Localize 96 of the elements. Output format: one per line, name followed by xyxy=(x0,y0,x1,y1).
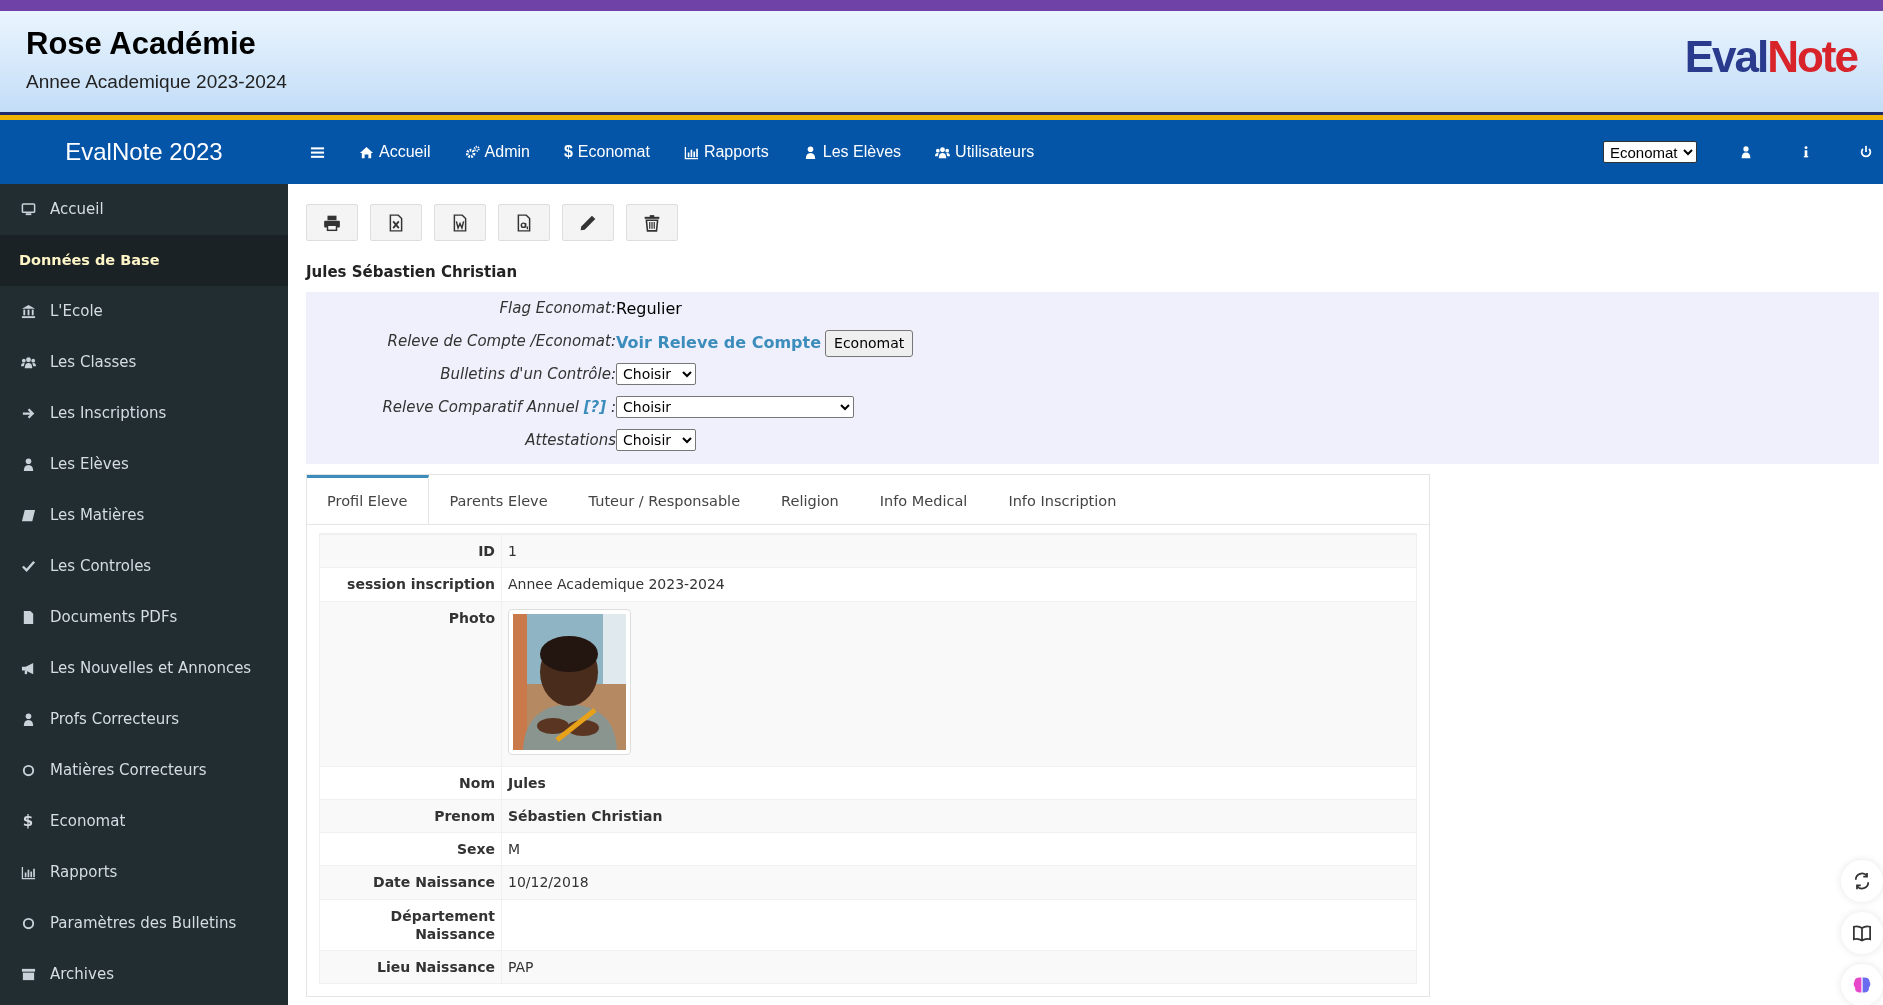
sidebar-item[interactable]: Matières Correcteurs xyxy=(0,745,288,796)
field-label: Flag Economat: xyxy=(499,298,616,317)
field-label: session inscription xyxy=(320,568,502,601)
archive-icon xyxy=(20,967,36,982)
tab[interactable]: Tuteur / Responsable xyxy=(568,474,762,525)
field-label: Photo xyxy=(320,601,502,766)
book-icon xyxy=(20,508,36,523)
tab[interactable]: Profil Eleve xyxy=(307,474,430,525)
sidebar-item[interactable]: Les Classes xyxy=(0,337,288,388)
reader-button[interactable] xyxy=(1841,912,1883,954)
choice-select[interactable]: Choisir xyxy=(616,395,854,418)
dollar-icon: $ xyxy=(22,810,34,833)
student-name: Jules Sébastien Christian xyxy=(306,262,519,283)
logo: EvalNote xyxy=(1684,35,1857,83)
circle-icon xyxy=(20,763,36,778)
check-icon xyxy=(20,559,36,574)
field-value: Annee Academique 2023-2024 xyxy=(508,576,725,593)
pencil-icon xyxy=(579,213,597,232)
gears-icon xyxy=(464,144,480,160)
field-label: Releve Comparatif Annuel xyxy=(382,397,579,416)
circle-icon xyxy=(20,916,36,931)
field-label: Département Naissance xyxy=(320,899,502,950)
monitor-icon xyxy=(20,202,36,217)
field-label: Attestations xyxy=(525,430,616,449)
field-value: Jules xyxy=(508,774,546,791)
power-icon xyxy=(1859,145,1873,159)
sidebar-item[interactable]: Archives xyxy=(0,949,288,1000)
tab[interactable]: Info Medical xyxy=(859,474,989,525)
menu-icon xyxy=(310,144,325,160)
sidebar-item[interactable]: Les Matières xyxy=(0,490,288,541)
edit-button[interactable] xyxy=(562,204,614,241)
print-button[interactable] xyxy=(306,204,358,241)
choice-select[interactable]: Choisir xyxy=(616,362,696,385)
trash-icon xyxy=(643,213,661,232)
sidebar-item[interactable]: Rapports xyxy=(0,847,288,898)
role-select[interactable]: Economat xyxy=(1603,141,1697,163)
assistant-button[interactable] xyxy=(1841,964,1883,1005)
tab[interactable]: Info Inscription xyxy=(988,474,1138,525)
nav-link[interactable]: $ Economat xyxy=(559,134,654,170)
text-file-icon xyxy=(515,213,533,232)
field-label: Releve de Compte /Economat: xyxy=(387,331,616,350)
field-value: 10/12/2018 xyxy=(508,874,589,891)
nav-link[interactable]: Accueil xyxy=(355,134,435,170)
print-icon xyxy=(323,213,341,232)
users-icon xyxy=(935,144,951,160)
tab[interactable]: Religion xyxy=(761,474,860,525)
label-colon: : xyxy=(610,397,616,416)
sidebar-item[interactable]: Les Elèves xyxy=(0,439,288,490)
sidebar-item[interactable]: Paramètres des Bulletins xyxy=(0,898,288,949)
field-label: ID xyxy=(320,535,502,568)
book-icon xyxy=(1852,923,1872,943)
academic-year: Annee Academique 2023-2024 xyxy=(26,70,287,95)
nav-link[interactable]: Rapports xyxy=(679,134,773,170)
users-icon xyxy=(20,355,36,370)
export-excel-button[interactable] xyxy=(370,204,422,241)
bar-chart-icon xyxy=(20,865,36,880)
sidebar-item[interactable]: Profs Correcteurs xyxy=(0,694,288,745)
sidebar-item[interactable]: Accueil xyxy=(0,184,288,235)
field-label: Date Naissance xyxy=(320,866,502,899)
megaphone-icon xyxy=(20,661,36,676)
export-text-button[interactable] xyxy=(498,204,550,241)
bar-chart-icon xyxy=(683,144,699,160)
nav-link[interactable]: Admin xyxy=(460,134,534,170)
tab[interactable]: Parents Eleve xyxy=(429,474,569,525)
sidebar-item[interactable]: Les Inscriptions xyxy=(0,388,288,439)
field-label: Bulletins d'un Contrôle: xyxy=(440,364,616,383)
economat-button[interactable]: Economat xyxy=(825,329,914,357)
arrow-icon xyxy=(20,406,36,421)
nav-link[interactable]: Utilisateurs xyxy=(931,134,1039,170)
delete-button[interactable] xyxy=(626,204,678,241)
nav-link[interactable]: Les Elèves xyxy=(798,134,906,170)
sidebar-section-header: Données de Base xyxy=(0,235,288,286)
brain-icon xyxy=(1852,975,1872,995)
spreadsheet-file-icon xyxy=(387,213,405,232)
field-value: Sébastien Christian xyxy=(508,808,663,824)
sidebar-item[interactable]: Les Controles xyxy=(0,541,288,592)
sidebar-item[interactable]: Les Nouvelles et Annonces xyxy=(0,643,288,694)
school-title: Rose Académie xyxy=(26,25,257,63)
user-icon xyxy=(1739,145,1753,159)
app-brand[interactable]: EvalNote 2023 xyxy=(0,134,288,170)
home-icon xyxy=(359,144,374,160)
swap-icon xyxy=(1852,871,1872,891)
translate-button[interactable] xyxy=(1841,860,1883,902)
sidebar-item[interactable]: L'Ecole xyxy=(0,286,288,337)
field-value: Regulier xyxy=(616,297,682,320)
field-value: PAP xyxy=(508,958,534,975)
sidebar-item[interactable]: $ Economat xyxy=(0,796,288,847)
sidebar-item[interactable]: Documents PDFs xyxy=(0,592,288,643)
field-label: Lieu Naissance xyxy=(320,950,502,984)
field-value: 1 xyxy=(508,543,517,560)
choice-select[interactable]: Choisir xyxy=(616,428,696,451)
field-label: Prenom xyxy=(320,800,502,833)
bank-icon xyxy=(20,304,36,319)
export-word-button[interactable] xyxy=(434,204,486,241)
document-file-icon xyxy=(451,213,469,232)
field-value: M xyxy=(508,841,521,858)
